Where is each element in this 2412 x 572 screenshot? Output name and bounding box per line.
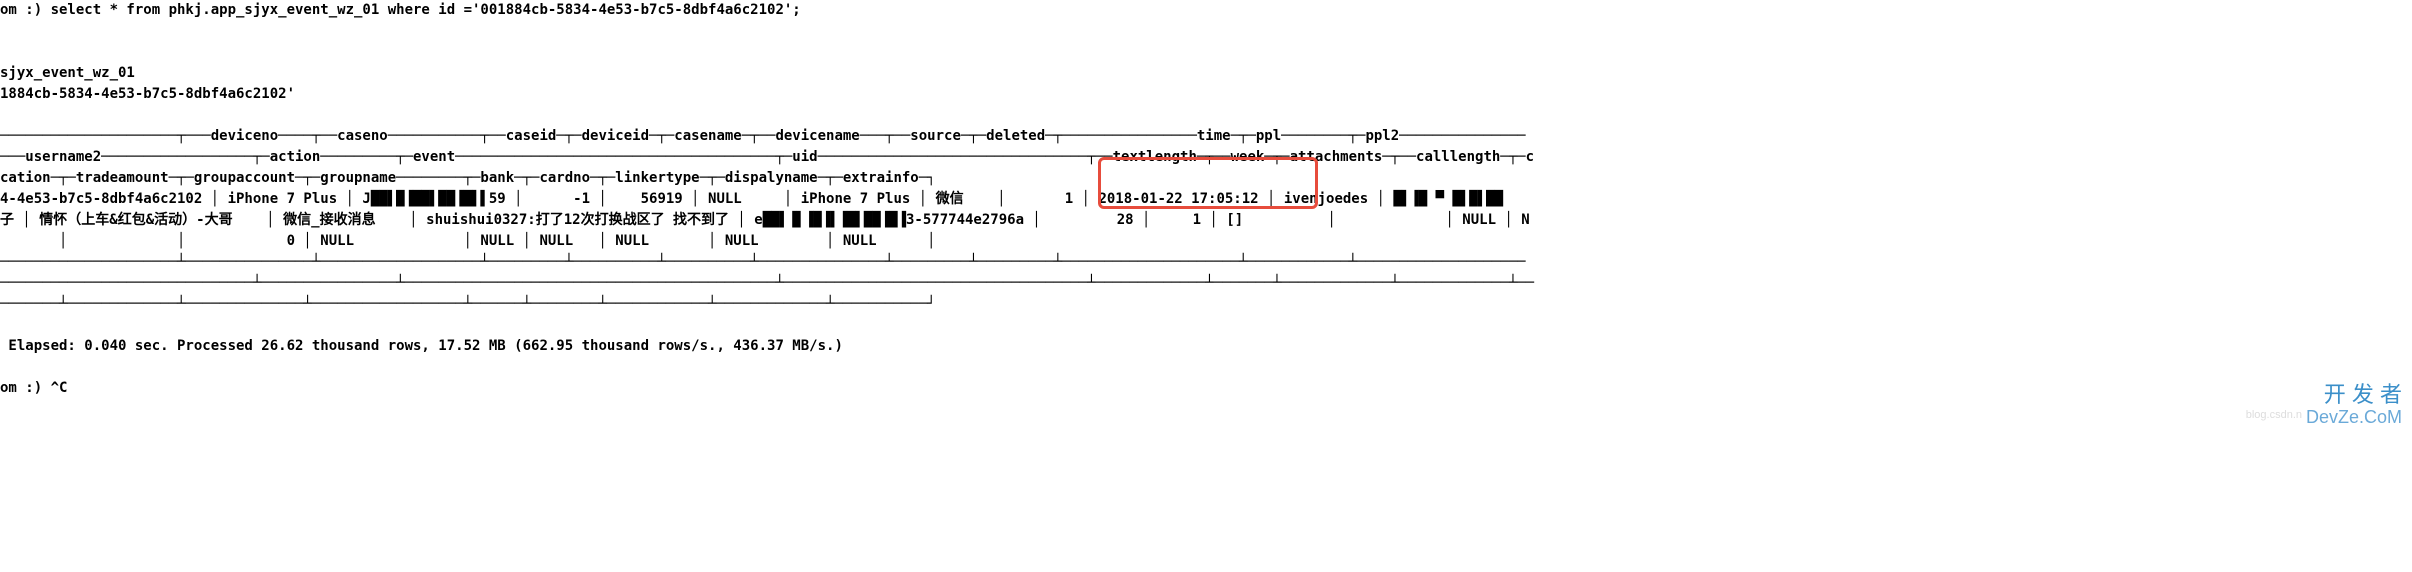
table-data-row-1: 4-4e53-b7c5-8dbf4a6c2102 │ iPhone 7 Plus… xyxy=(0,189,2412,210)
table-separator-bottom: ───────┴─────────────┴──────────────┴───… xyxy=(0,294,2412,315)
blank-line xyxy=(0,21,2412,42)
watermark-faint: blog.csdn.n xyxy=(2246,407,2302,424)
table-data-row-3: │ │ 0 │ NULL │ NULL │ NULL │ NULL │ NULL… xyxy=(0,231,2412,252)
blank-line xyxy=(0,105,2412,126)
table-data-row-2: 子 │ 情怀（上车&红包&活动）-大哥 │ 微信_接收消息 │ shuishui… xyxy=(0,210,2412,231)
blank-line xyxy=(0,42,2412,63)
sql-prompt-line: om :) select * from phkj.app_sjyx_event_… xyxy=(0,0,2412,21)
table-header-row-3: cation─┬─tradeamount─┬─groupaccount─┬─gr… xyxy=(0,168,2412,189)
blank-line xyxy=(0,315,2412,336)
echo-where-id: 1884cb-5834-4e53-b7c5-8dbf4a6c2102' xyxy=(0,84,2412,105)
prompt-cancel-line: om :) ^C xyxy=(0,378,2412,399)
table-separator-mid: ──────────────────────────────┴─────────… xyxy=(0,273,2412,294)
watermark-english: DevZe.CoM xyxy=(2306,404,2402,431)
echo-table-name: sjyx_event_wz_01 xyxy=(0,63,2412,84)
table-separator-top: ─────────────────────┴───────────────┴──… xyxy=(0,252,2412,273)
blank-line xyxy=(0,357,2412,378)
table-header-row-1: ─────────────────────┬───deviceno────┬──… xyxy=(0,126,2412,147)
table-header-row-2: ───username2──────────────────┬─action──… xyxy=(0,147,2412,168)
terminal-output: om :) select * from phkj.app_sjyx_event_… xyxy=(0,0,2412,399)
query-stats-line: Elapsed: 0.040 sec. Processed 26.62 thou… xyxy=(0,336,2412,357)
